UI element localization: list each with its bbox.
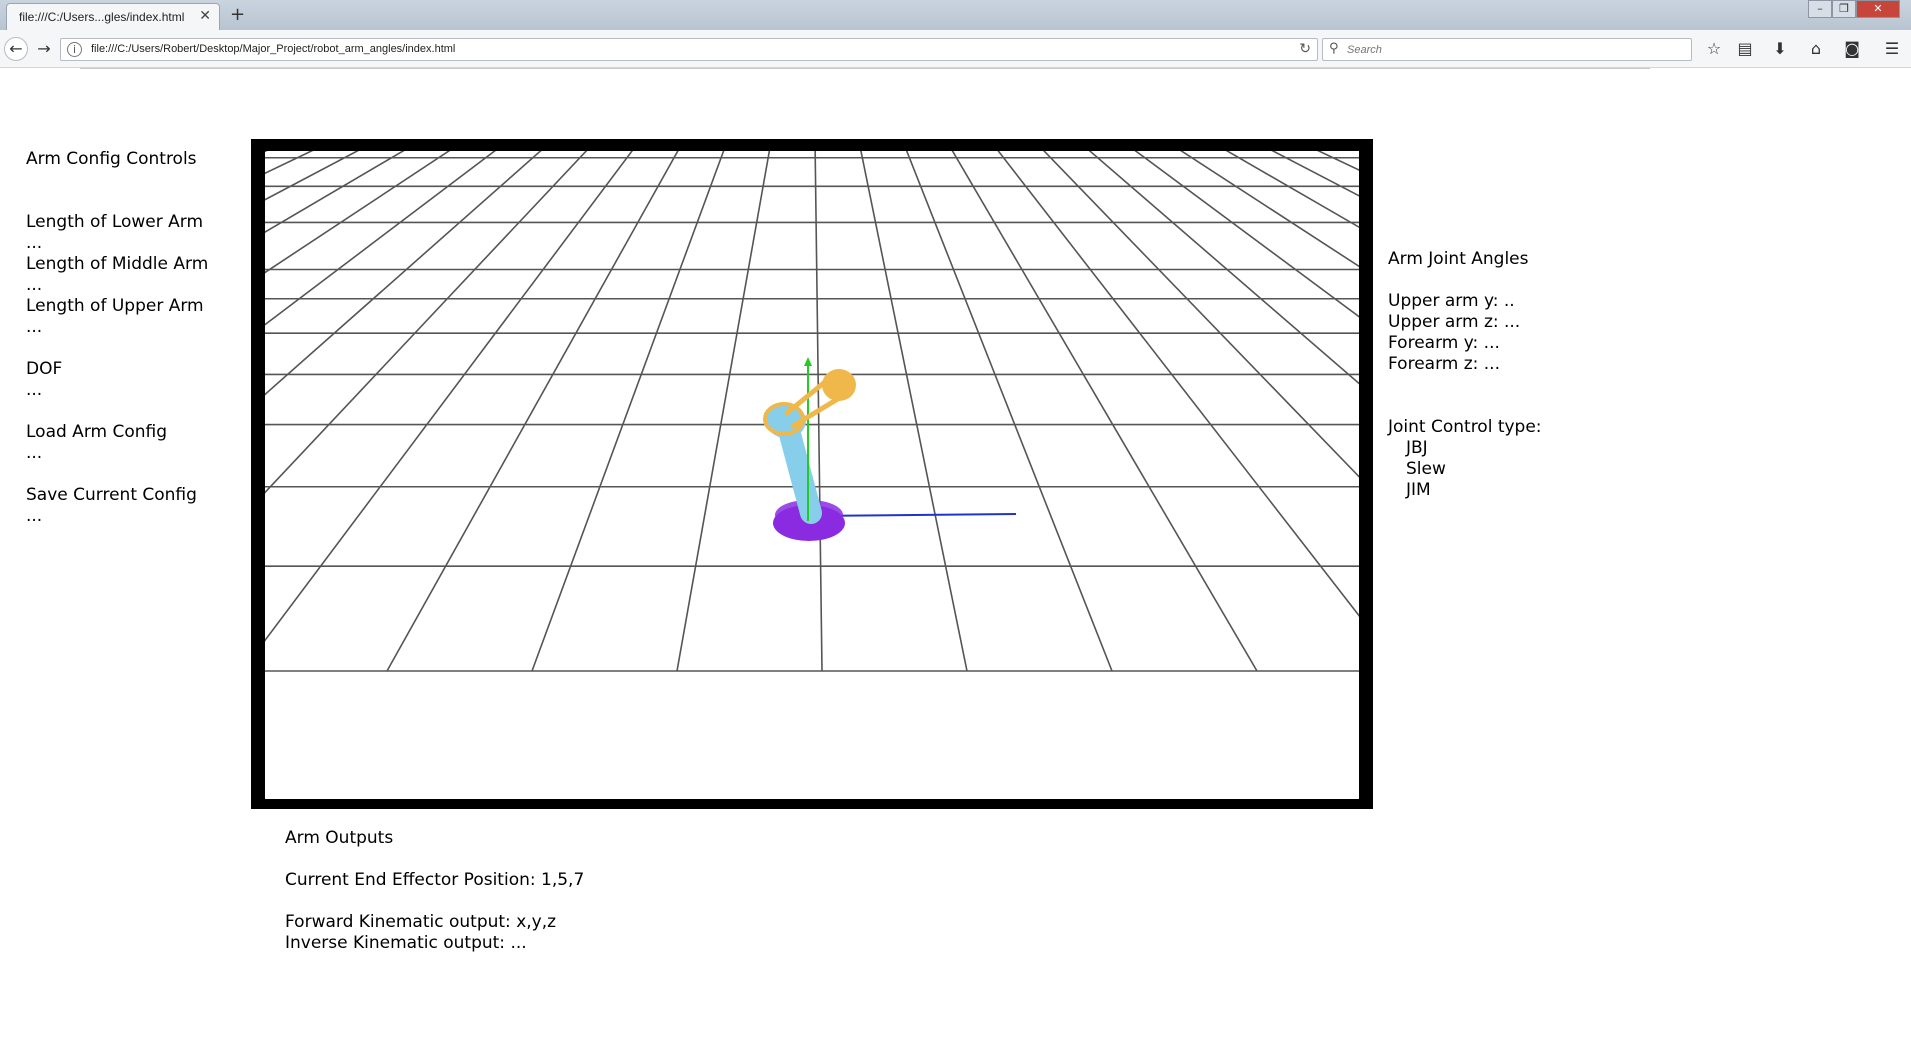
forearm-y-angle[interactable]: Forearm y: ... [1388, 333, 1500, 354]
dof-label: DOF [26, 359, 63, 379]
search-input[interactable] [1347, 42, 1677, 57]
arm-outputs-title: Arm Outputs [285, 828, 394, 848]
upper-arm-z-angle[interactable]: Upper arm z: ... [1388, 312, 1520, 333]
grid-depth-line-34 [869, 151, 1359, 671]
close-icon[interactable]: ✕ [199, 8, 211, 24]
grid-depth-line-12 [265, 151, 542, 396]
lower-arm-label: Length of Lower Arm [26, 212, 204, 232]
title-bar: file:///C:/Users...gles/index.html ✕ + –… [0, 0, 1911, 30]
grid-depth-line-22 [997, 151, 1359, 617]
new-tab-button[interactable]: + [230, 4, 245, 25]
y-axis-arrow [804, 357, 812, 366]
forward-kinematic-output: Forward Kinematic output: x,y,z [285, 912, 557, 932]
grid-depth-line-27 [1225, 151, 1359, 229]
scene-viewport[interactable] [251, 139, 1373, 809]
upper-arm-label: Length of Upper Arm [26, 296, 204, 316]
pocket-icon[interactable]: ◙ [1840, 38, 1864, 60]
bookmark-star-icon[interactable]: ☆ [1702, 38, 1726, 60]
end-effector-position: Current End Effector Position: 1,5,7 [285, 870, 585, 890]
grid-depth-line-33 [865, 151, 1359, 671]
grid-depth-line-31 [858, 151, 1359, 671]
control-type-slew[interactable]: Slew [1406, 459, 1446, 480]
grid-depth-line-13 [265, 151, 588, 494]
forearm-z-angle[interactable]: Forearm z: ... [1388, 354, 1500, 375]
grid-depth-line-1 [265, 151, 752, 671]
grid-depth-line-24 [1088, 151, 1359, 385]
grid-depth-line-26 [1180, 151, 1359, 268]
url-bar[interactable]: i file:///C:/Users/Robert/Desktop/Major_… [60, 38, 1318, 61]
forward-icon[interactable]: → [32, 37, 56, 61]
joint-control-title: Joint Control type: [1388, 417, 1542, 437]
grid-depth-line-2 [265, 151, 756, 671]
browser-tab[interactable]: file:///C:/Users...gles/index.html ✕ [6, 3, 220, 30]
grid-depth-line-21 [951, 151, 1258, 672]
lower-arm-value[interactable]: ... [26, 233, 42, 254]
grid-depth-line-23 [1042, 151, 1359, 478]
grid-depth-line-10 [265, 151, 451, 274]
dof-value[interactable]: ... [26, 380, 42, 401]
upper-arm-y-angle[interactable]: Upper arm y: .. [1388, 291, 1515, 312]
back-icon[interactable]: ← [4, 37, 28, 61]
save-config-label: Save Current Config [26, 485, 197, 505]
nav-bar: ← → i file:///C:/Users/Robert/Desktop/Ma… [0, 30, 1911, 68]
tab-title: file:///C:/Users...gles/index.html [19, 10, 185, 24]
ground-grid [265, 151, 1359, 672]
menu-icon[interactable]: ☰ [1880, 38, 1904, 60]
maximize-button[interactable]: ❐ [1832, 0, 1856, 18]
scene-canvas[interactable] [265, 151, 1359, 799]
inverse-kinematic-output: Inverse Kinematic output: ... [285, 933, 527, 953]
search-bar[interactable]: ⚲ [1322, 38, 1692, 61]
robot-arm[interactable] [763, 357, 1017, 541]
save-config-value[interactable]: ... [26, 506, 42, 527]
arm-config-title: Arm Config Controls [26, 149, 197, 169]
info-icon[interactable]: i [67, 42, 82, 57]
grid-depth-line-30 [855, 151, 1359, 671]
load-config-value[interactable]: ... [26, 443, 42, 464]
grid-depth-line-15 [386, 151, 679, 672]
divider [80, 68, 1650, 69]
grid-depth-line-19 [860, 151, 968, 672]
grid-depth-line-0 [265, 151, 749, 671]
upper-arm-value[interactable]: ... [26, 317, 42, 338]
window-close-button[interactable]: ✕ [1856, 0, 1900, 18]
control-type-jim[interactable]: JIM [1406, 480, 1431, 501]
joint-angles-title: Arm Joint Angles [1388, 249, 1529, 269]
grid-depth-line-32 [862, 151, 1359, 671]
home-icon[interactable]: ⌂ [1804, 38, 1828, 60]
control-type-jbj[interactable]: JBJ [1406, 438, 1428, 459]
search-icon: ⚲ [1329, 41, 1339, 56]
middle-arm-value[interactable]: ... [26, 275, 42, 296]
end-effector[interactable] [822, 369, 856, 401]
reload-icon[interactable]: ↻ [1299, 41, 1311, 57]
reading-list-icon[interactable]: ▤ [1733, 38, 1757, 60]
middle-arm-label: Length of Middle Arm [26, 254, 209, 274]
load-config-label: Load Arm Config [26, 422, 168, 442]
grid-depth-line-28 [1271, 151, 1359, 197]
grid-depth-line-35 [872, 151, 1359, 671]
url-text[interactable]: file:///C:/Users/Robert/Desktop/Major_Pr… [91, 43, 455, 55]
grid-depth-line-20 [905, 151, 1113, 672]
minimize-button[interactable]: – [1808, 0, 1832, 18]
grid-depth-line-11 [265, 151, 496, 326]
grid-depth-line-25 [1134, 151, 1359, 318]
download-icon[interactable]: ⬇ [1768, 38, 1792, 60]
